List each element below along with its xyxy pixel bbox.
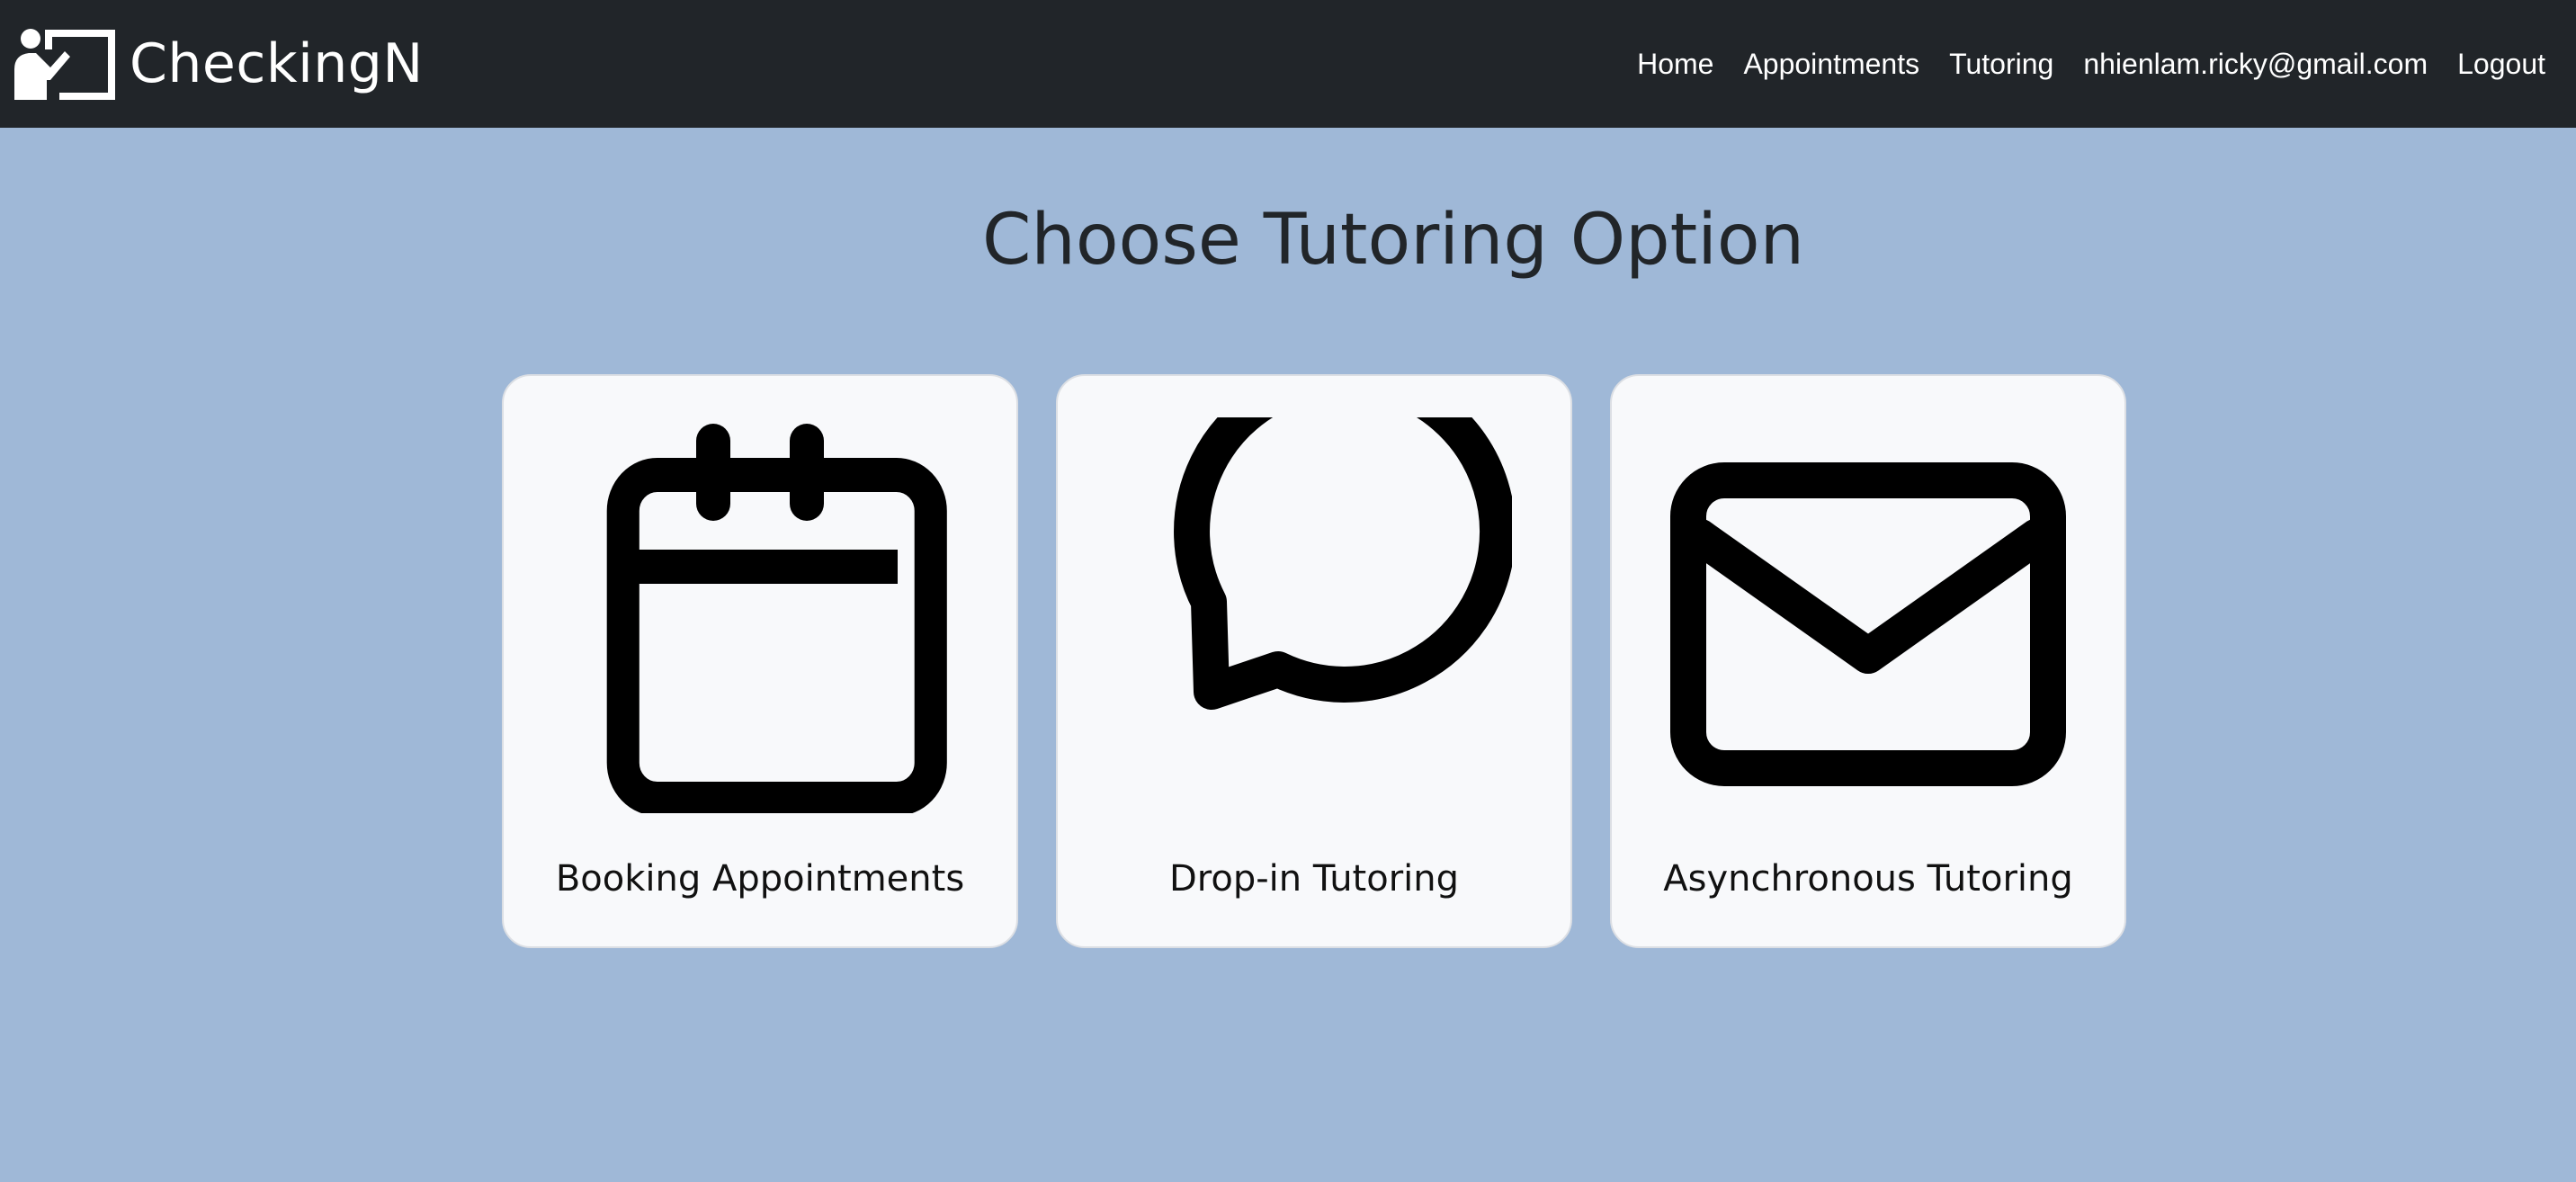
- brand-name: CheckingN: [130, 32, 424, 95]
- asynchronous-tutoring-label: Asynchronous Tutoring: [1663, 858, 2073, 900]
- booking-appointments-label: Booking Appointments: [555, 858, 965, 900]
- nav-home-link[interactable]: Home: [1637, 48, 1713, 81]
- envelope-icon: [1670, 462, 2066, 786]
- drop-in-tutoring-card[interactable]: Drop-in Tutoring: [1056, 374, 1572, 948]
- page-title: Choose Tutoring Option: [981, 200, 1805, 281]
- brand-home-link[interactable]: CheckingN: [13, 26, 424, 102]
- drop-in-tutoring-label: Drop-in Tutoring: [1168, 858, 1459, 900]
- nav-user-email-link[interactable]: nhienlam.ricky@gmail.com: [2083, 48, 2428, 81]
- navbar: CheckingN Home Appointments Tutoring nhi…: [0, 0, 2576, 128]
- nav-tutoring-link[interactable]: Tutoring: [1949, 48, 2053, 81]
- chat-bubble-icon: [1174, 417, 1512, 710]
- teacher-board-icon: [14, 29, 115, 100]
- calendar-icon: [606, 424, 947, 813]
- asynchronous-tutoring-card[interactable]: Asynchronous Tutoring: [1610, 374, 2126, 948]
- nav-logout-link[interactable]: Logout: [2457, 48, 2545, 81]
- nav-links: Home Appointments Tutoring nhienlam.rick…: [1607, 48, 2545, 81]
- nav-appointments-link[interactable]: Appointments: [1743, 48, 1919, 81]
- booking-appointments-card[interactable]: Booking Appointments: [502, 374, 1018, 948]
